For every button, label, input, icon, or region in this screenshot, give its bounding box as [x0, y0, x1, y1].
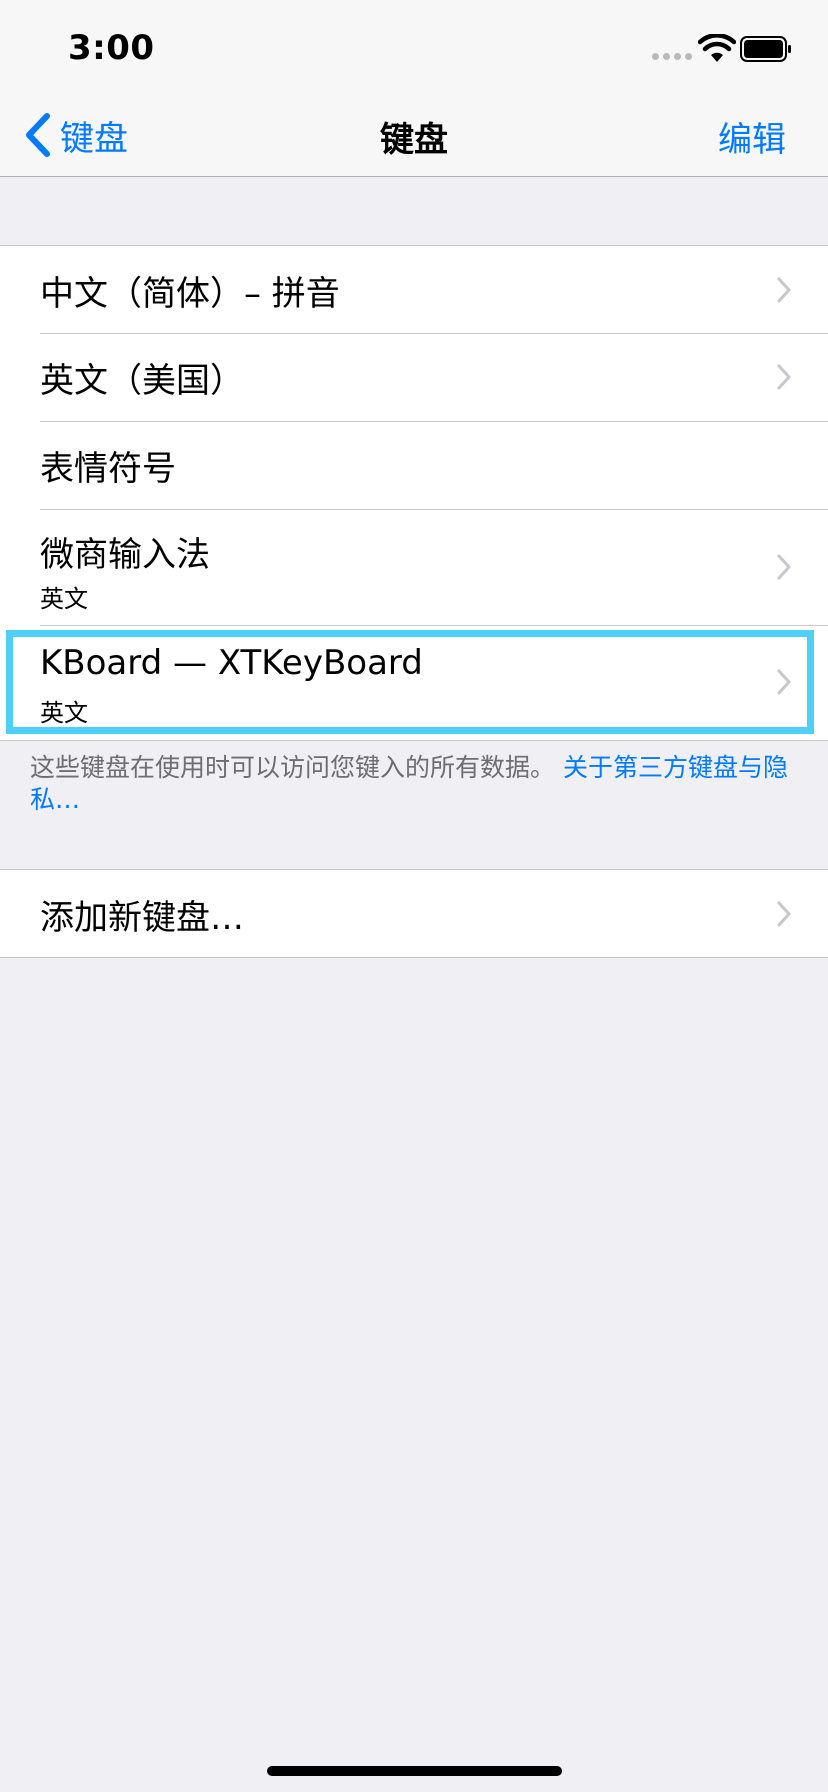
keyboard-row-chinese-pinyin[interactable]: 中文（简体）– 拼音 — [0, 246, 828, 333]
page-title: 键盘 — [380, 120, 448, 160]
footer-note-text: 这些键盘在使用时可以访问您键入的所有数据。 — [30, 753, 556, 782]
keyboard-row-english-us[interactable]: 英文（美国） — [0, 333, 828, 421]
navigation-bar: 键盘 键盘 编辑 — [0, 94, 828, 177]
keyboard-row-subtitle: 英文 — [40, 699, 88, 727]
keyboard-row-title: 表情符号 — [40, 449, 176, 489]
keyboard-row-emoji[interactable]: 表情符号 — [0, 421, 828, 509]
keyboard-row-title: 英文（美国） — [40, 361, 244, 401]
keyboards-list: 中文（简体）– 拼音 英文（美国） 表情符号 微商输入法 英文 KBoard —… — [0, 245, 828, 741]
chevron-right-icon — [777, 364, 791, 390]
chevron-right-icon — [777, 277, 791, 303]
keyboard-row-title: KBoard — XTKeyBoard — [40, 643, 423, 683]
wifi-icon — [698, 34, 736, 62]
keyboards-settings-screen: 3:00 键盘 键盘 编辑 中文（简体）– 拼音 英文（美国） 表情符号 微商输… — [0, 0, 828, 1792]
edit-button[interactable]: 编辑 — [718, 112, 786, 161]
add-keyboard-group: 添加新键盘… — [0, 869, 828, 958]
chevron-right-icon — [777, 901, 791, 927]
add-keyboard-row[interactable]: 添加新键盘… — [0, 870, 828, 957]
third-party-keyboard-note: 这些键盘在使用时可以访问您键入的所有数据。 关于第三方键盘与隐私… — [30, 752, 800, 816]
home-indicator[interactable] — [267, 1766, 562, 1776]
battery-icon — [740, 36, 791, 62]
add-keyboard-label: 添加新键盘… — [40, 898, 244, 938]
keyboard-row-title: 微商输入法 — [40, 535, 210, 575]
keyboard-row-subtitle: 英文 — [40, 585, 88, 613]
chevron-right-icon — [777, 669, 791, 695]
chevron-right-icon — [777, 554, 791, 580]
status-time: 3:00 — [68, 28, 155, 68]
keyboard-row-kboard[interactable]: KBoard — XTKeyBoard 英文 — [0, 625, 828, 740]
keyboard-row-weishang[interactable]: 微商输入法 英文 — [0, 509, 828, 625]
status-bar: 3:00 — [0, 0, 828, 94]
cellular-dots-icon — [652, 53, 692, 60]
keyboard-row-title: 中文（简体）– 拼音 — [40, 274, 340, 314]
